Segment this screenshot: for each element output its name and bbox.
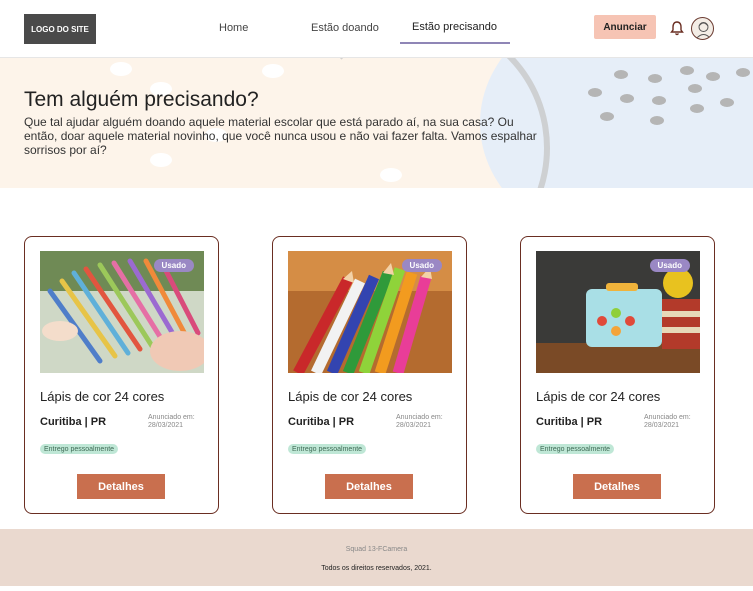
hero-decoration-dot	[690, 104, 704, 113]
user-avatar[interactable]	[691, 17, 714, 40]
details-button[interactable]: Detalhes	[77, 474, 165, 499]
hero-decoration-flower	[262, 64, 284, 78]
listing-date: 28/03/2021	[148, 422, 184, 429]
listing-card: Usado Lápis de cor 24 cores Curitiba | P…	[24, 236, 219, 514]
delivery-tag: Entrego pessoalmente	[536, 444, 615, 454]
hero-decoration-dot	[600, 112, 614, 121]
delivery-tag: Entrego pessoalmente	[288, 444, 367, 454]
hero-description: Que tal ajudar alguém doando aquele mate…	[24, 115, 537, 157]
listing-date: 28/03/2021	[396, 422, 432, 429]
hero-decoration-dot	[614, 70, 628, 79]
anunciar-button[interactable]: Anunciar	[594, 15, 656, 39]
bell-icon[interactable]	[670, 20, 684, 36]
hero-decoration-flower	[110, 62, 132, 76]
hero-decoration-dot	[720, 98, 734, 107]
hero-title: Tem alguém precisando?	[24, 88, 259, 111]
active-nav-indicator	[400, 42, 510, 44]
listing-title: Lápis de cor 24 cores	[40, 389, 165, 404]
site-header: LOGO DO SITE Home Estão doando Estão pre…	[0, 0, 753, 58]
hero-decoration-dot	[648, 74, 662, 83]
listing-location: Curitiba | PR	[288, 416, 355, 428]
hero-decoration-dot	[652, 96, 666, 105]
listing-location: Curitiba | PR	[40, 416, 107, 428]
listing-image-lunchbox[interactable]: Usado	[536, 251, 700, 373]
hero-decoration-flower	[380, 168, 402, 182]
hero-decoration-dot	[680, 66, 694, 75]
listing-image-pens[interactable]: Usado	[40, 251, 204, 373]
listing-image-pencils[interactable]: Usado	[288, 251, 452, 373]
listing-title: Lápis de cor 24 cores	[536, 389, 661, 404]
delivery-tag: Entrego pessoalmente	[40, 444, 119, 454]
footer-credit: Squad 13-FCamera	[345, 546, 408, 553]
hero-decoration-dot	[706, 72, 720, 81]
condition-badge: Usado	[153, 259, 194, 272]
details-button[interactable]: Detalhes	[325, 474, 413, 499]
hero-banner: Tem alguém precisando? Que tal ajudar al…	[0, 58, 753, 188]
nav-home[interactable]: Home	[219, 22, 248, 34]
condition-badge: Usado	[401, 259, 442, 272]
listing-card: Usado Lápis de cor 24 cores Curitiba | P…	[520, 236, 715, 514]
listing-date: 28/03/2021	[644, 422, 680, 429]
hero-decoration-dot	[588, 88, 602, 97]
avatar-illustration-icon	[695, 22, 712, 39]
site-footer: Squad 13-FCamera Todos os direitos reser…	[0, 529, 753, 586]
hero-decoration-dot	[650, 116, 664, 125]
site-logo[interactable]: LOGO DO SITE	[24, 14, 96, 44]
hero-decoration-dot	[620, 94, 634, 103]
listing-date-label: Anunciado em:	[148, 414, 195, 421]
footer-copyright: Todos os direitos reservados, 2021.	[321, 565, 432, 572]
hero-decoration-dot	[688, 84, 702, 93]
listing-card: Usado Lápis de cor 24 cores Curitiba | P…	[272, 236, 467, 514]
details-button[interactable]: Detalhes	[573, 474, 661, 499]
listing-location: Curitiba | PR	[536, 416, 603, 428]
nav-estao-doando[interactable]: Estão doando	[311, 22, 379, 34]
condition-badge: Usado	[649, 259, 690, 272]
hero-decoration-dot	[736, 68, 750, 77]
listing-title: Lápis de cor 24 cores	[288, 389, 413, 404]
listing-date-label: Anunciado em:	[396, 414, 443, 421]
listing-date-label: Anunciado em:	[644, 414, 691, 421]
nav-estao-precisando[interactable]: Estão precisando	[412, 21, 497, 33]
